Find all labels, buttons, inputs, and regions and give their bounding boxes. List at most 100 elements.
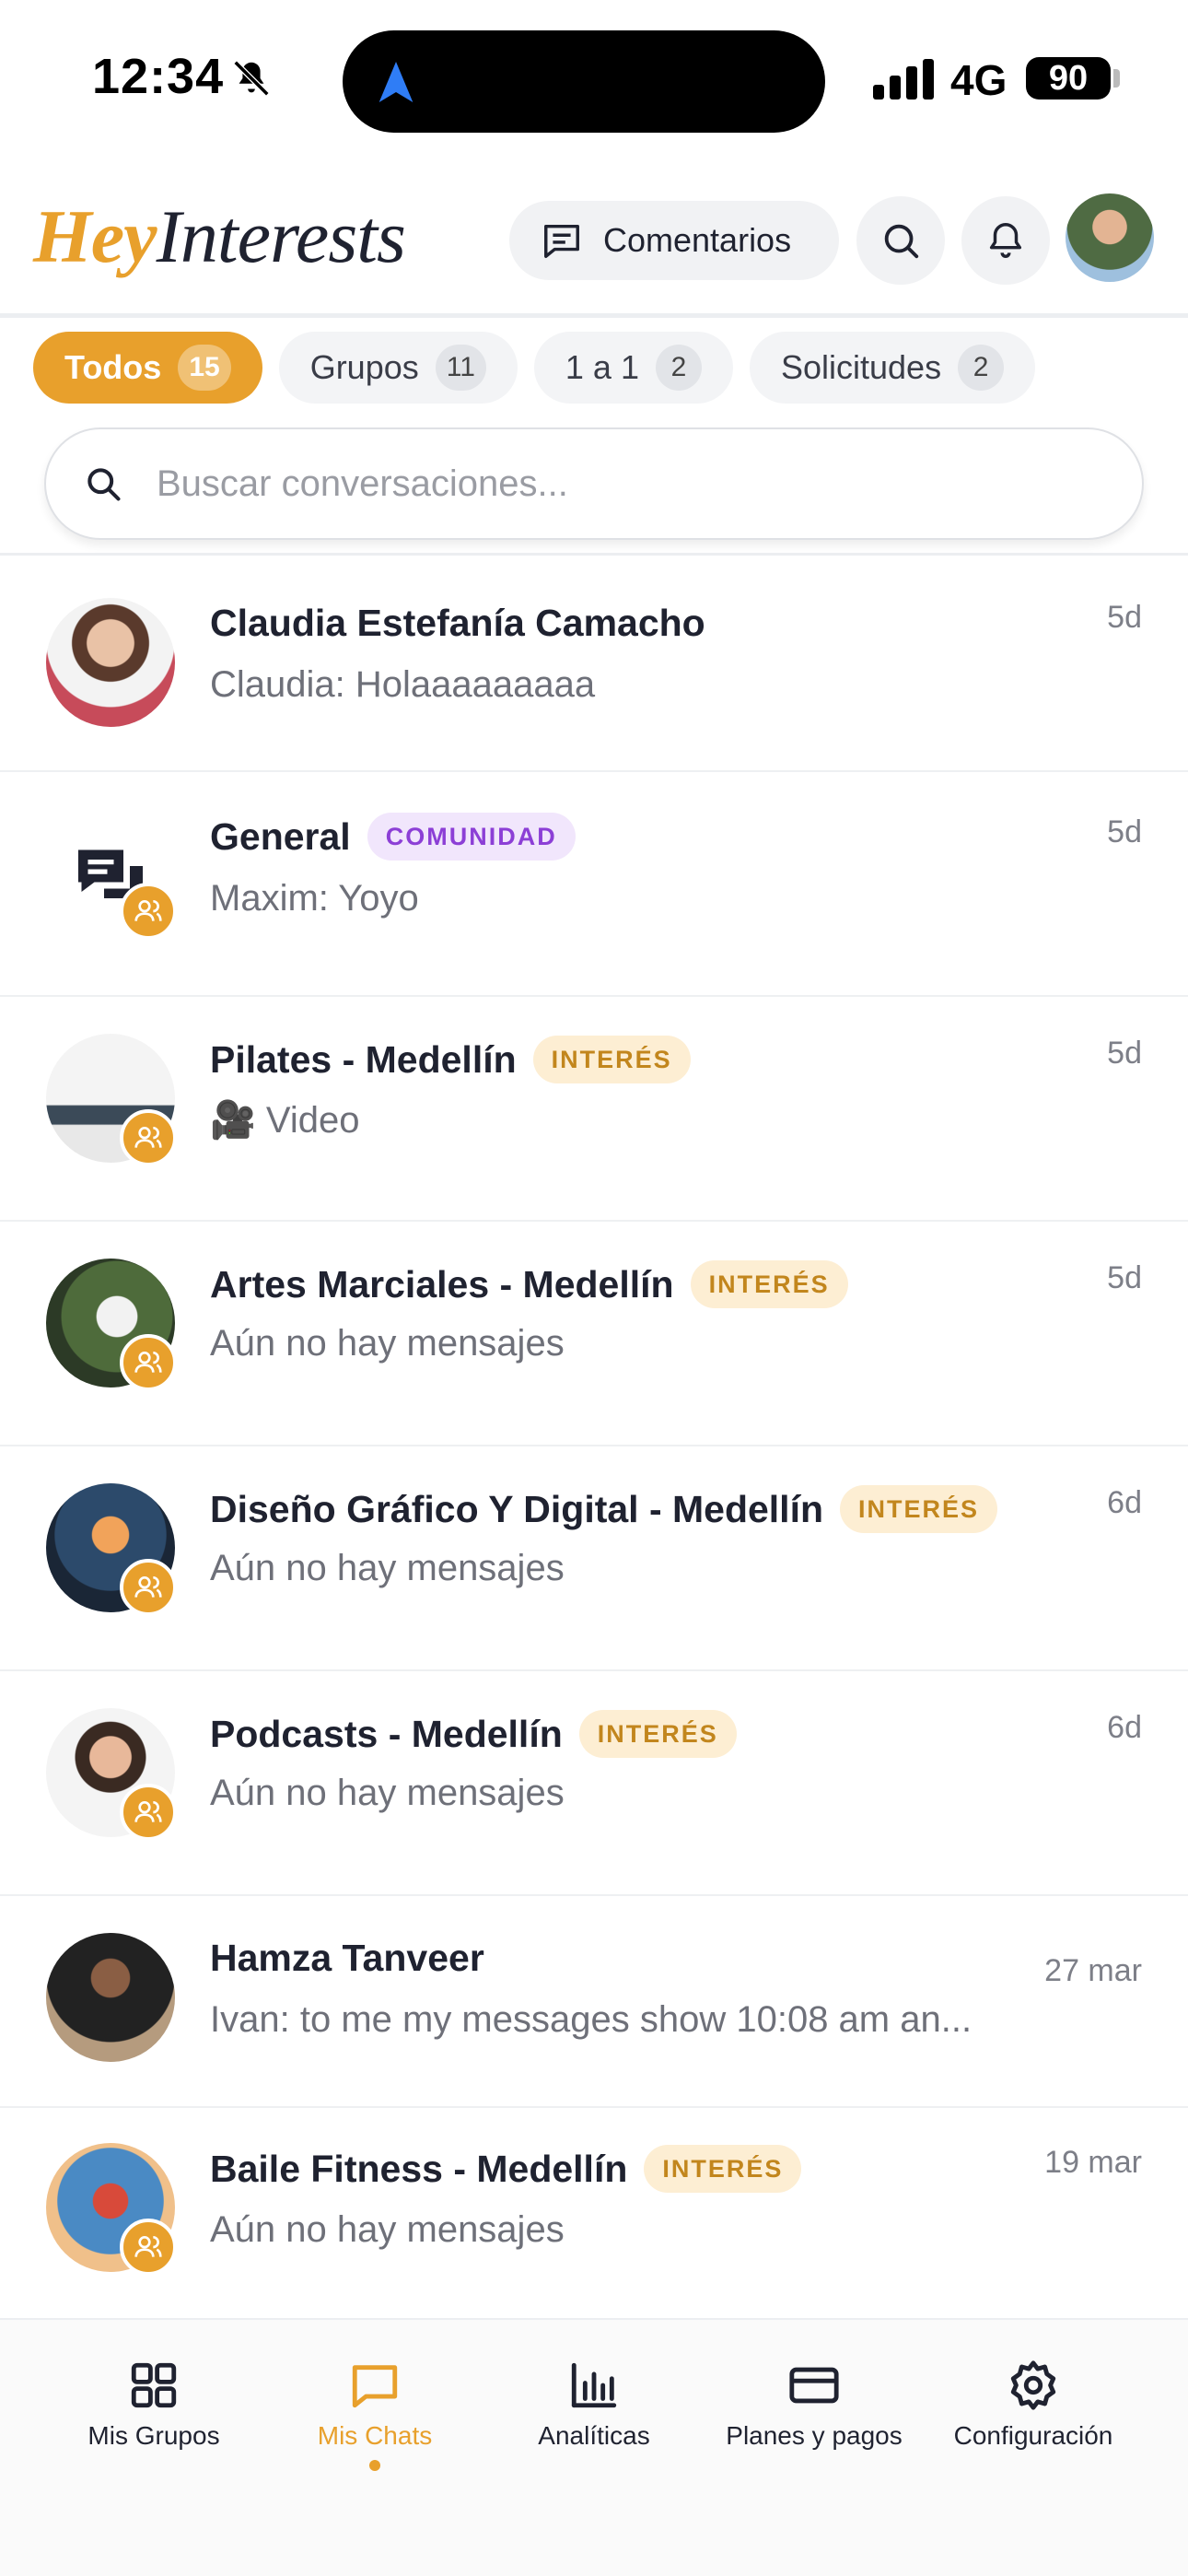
group-badge xyxy=(120,2219,177,2276)
tab-count: 15 xyxy=(178,345,231,391)
avatar xyxy=(46,598,175,727)
conversation-name: Hamza Tanveer xyxy=(210,1937,484,1979)
bar-chart-icon xyxy=(571,2362,617,2408)
dynamic-island xyxy=(343,30,825,133)
cell-signal-icon xyxy=(873,59,934,100)
tab-label: 1 a 1 xyxy=(565,348,639,386)
conversation-search xyxy=(44,427,1144,540)
conversation-item[interactable]: Podcasts - Medellín INTERÉS Aún no hay m… xyxy=(0,1671,1188,1896)
preview-message: Aún no hay mensajes xyxy=(210,1773,565,1813)
conversation-date: 6d xyxy=(1107,1485,1142,1520)
status-bar: 12:34 4G 90 xyxy=(0,0,1188,157)
chat-icon xyxy=(352,2365,398,2408)
comment-icon xyxy=(544,224,579,258)
conversation-item[interactable]: Baile Fitness - Medellín INTERÉS Aún no … xyxy=(0,2108,1188,2318)
conversation-name: Baile Fitness - Medellín xyxy=(210,2147,628,2190)
bell-icon xyxy=(989,223,1022,258)
conversation-date: 19 mar xyxy=(1044,2145,1142,2180)
active-indicator-dot xyxy=(369,2460,380,2471)
conversation-date: 6d xyxy=(1107,1710,1142,1745)
status-time: 12:34 xyxy=(92,49,225,104)
app-header: HeyInterests Comentarios xyxy=(0,175,1188,313)
conversation-item[interactable]: Hamza Tanveer Ivan: to me my messages sh… xyxy=(0,1896,1188,2108)
conversation-title-row: Baile Fitness - Medellín INTERÉS xyxy=(210,2145,802,2193)
group-badge xyxy=(120,883,177,940)
conversation-name: Claudia Estefanía Camacho xyxy=(210,602,705,644)
tab-count: 11 xyxy=(435,345,486,391)
conversation-preview: Aún no hay mensajes xyxy=(210,1548,565,1589)
conversation-date: 5d xyxy=(1107,600,1142,635)
group-icon xyxy=(134,1576,162,1598)
nav-label: Planes y pagos xyxy=(726,2421,903,2450)
comments-button[interactable]: Comentarios xyxy=(509,201,839,280)
search-icon xyxy=(87,468,121,501)
conversation-name: Podcasts - Medellín xyxy=(210,1712,563,1755)
conversation-preview: Ivan: to me my messages show 10:08 am an… xyxy=(210,1999,972,2041)
tab-solicitudes[interactable]: Solicitudes 2 xyxy=(749,332,1036,404)
conversation-title-row: General COMUNIDAD xyxy=(210,813,576,861)
app-logo[interactable]: HeyInterests xyxy=(33,193,406,280)
avatar xyxy=(46,1933,175,2062)
conversation-item[interactable]: Claudia Estefanía Camacho Claudia: Holaa… xyxy=(0,556,1188,772)
conversation-preview: Aún no hay mensajes xyxy=(210,1773,565,1814)
battery-indicator: 90 xyxy=(1026,57,1111,100)
header-divider xyxy=(0,313,1188,318)
conversation-preview: Aún no hay mensajes xyxy=(210,2209,565,2251)
credit-card-icon xyxy=(789,2367,839,2404)
nav-label: Mis Chats xyxy=(317,2421,433,2450)
tab-count: 2 xyxy=(655,345,702,391)
nav-mis-grupos[interactable]: Mis Grupos xyxy=(43,2359,264,2451)
preview-message: Aún no hay mensajes xyxy=(210,1548,565,1588)
conversation-preview: Maxim: Yoyo xyxy=(210,878,419,919)
preview-message: Aún no hay mensajes xyxy=(210,2209,565,2250)
tab-grupos[interactable]: Grupos 11 xyxy=(278,332,518,404)
group-badge xyxy=(120,1784,177,1841)
preview-message: Holaaaaaaaaa xyxy=(355,664,596,705)
conversation-title-row: Artes Marciales - Medellín INTERÉS xyxy=(210,1260,848,1308)
conversation-name: Artes Marciales - Medellín xyxy=(210,1262,674,1306)
notifications-button[interactable] xyxy=(961,196,1050,285)
nav-configuracion[interactable]: Configuración xyxy=(923,2359,1144,2451)
comments-label: Comentarios xyxy=(603,221,792,259)
profile-avatar[interactable] xyxy=(1066,193,1154,282)
nav-analiticas[interactable]: Analíticas xyxy=(483,2359,705,2451)
tab-label: Solicitudes xyxy=(780,348,942,386)
conversation-preview: 🎥 Video xyxy=(210,1098,360,1142)
nav-mis-chats[interactable]: Mis Chats xyxy=(264,2359,485,2451)
group-icon xyxy=(134,1352,162,1373)
tab-todos[interactable]: Todos 15 xyxy=(33,332,262,404)
gear-icon xyxy=(1010,2360,1056,2410)
battery-nub xyxy=(1113,69,1120,88)
search-input[interactable] xyxy=(157,463,1077,505)
conversation-item[interactable]: Pilates - Medellín INTERÉS 🎥 Video 5d xyxy=(0,997,1188,1222)
preview-sender: Maxim: xyxy=(210,878,329,919)
nav-label: Analíticas xyxy=(538,2421,650,2450)
interest-tag: INTERÉS xyxy=(690,1260,848,1308)
conversation-preview: Claudia: Holaaaaaaaaa xyxy=(210,664,595,706)
community-tag: COMUNIDAD xyxy=(367,813,576,861)
conversation-date: 5d xyxy=(1107,814,1142,849)
interest-tag: INTERÉS xyxy=(578,1710,737,1758)
tab-label: Todos xyxy=(64,348,162,386)
interest-tag: INTERÉS xyxy=(532,1036,691,1083)
group-icon xyxy=(134,1127,162,1148)
conversation-title-row: Claudia Estefanía Camacho xyxy=(210,602,705,645)
search-button[interactable] xyxy=(856,196,945,285)
tab-1a1[interactable]: 1 a 1 2 xyxy=(533,332,733,404)
conversation-title-row: Pilates - Medellín INTERÉS xyxy=(210,1036,691,1083)
conversation-date: 5d xyxy=(1107,1036,1142,1071)
logo-interests: Interests xyxy=(156,194,406,278)
conversation-preview: Aún no hay mensajes xyxy=(210,1323,565,1364)
preview-sender: Claudia: xyxy=(210,664,345,705)
conversation-item[interactable]: General COMUNIDAD Maxim: Yoyo 5d xyxy=(0,772,1188,997)
filter-tabs: Todos 15 Grupos 11 1 a 1 2 Solicitudes 2 xyxy=(33,332,1036,404)
tab-label: Grupos xyxy=(309,348,419,386)
preview-message: Yoyo xyxy=(338,878,419,919)
conversation-item[interactable]: Artes Marciales - Medellín INTERÉS Aún n… xyxy=(0,1222,1188,1446)
conversation-title-row: Hamza Tanveer xyxy=(210,1937,484,1980)
group-icon xyxy=(134,2236,162,2257)
conversation-item[interactable]: Diseño Gráfico Y Digital - Medellín INTE… xyxy=(0,1446,1188,1671)
grid-icon xyxy=(131,2362,177,2408)
nav-planes-y-pagos[interactable]: Planes y pagos xyxy=(704,2359,925,2451)
group-badge xyxy=(120,1109,177,1166)
